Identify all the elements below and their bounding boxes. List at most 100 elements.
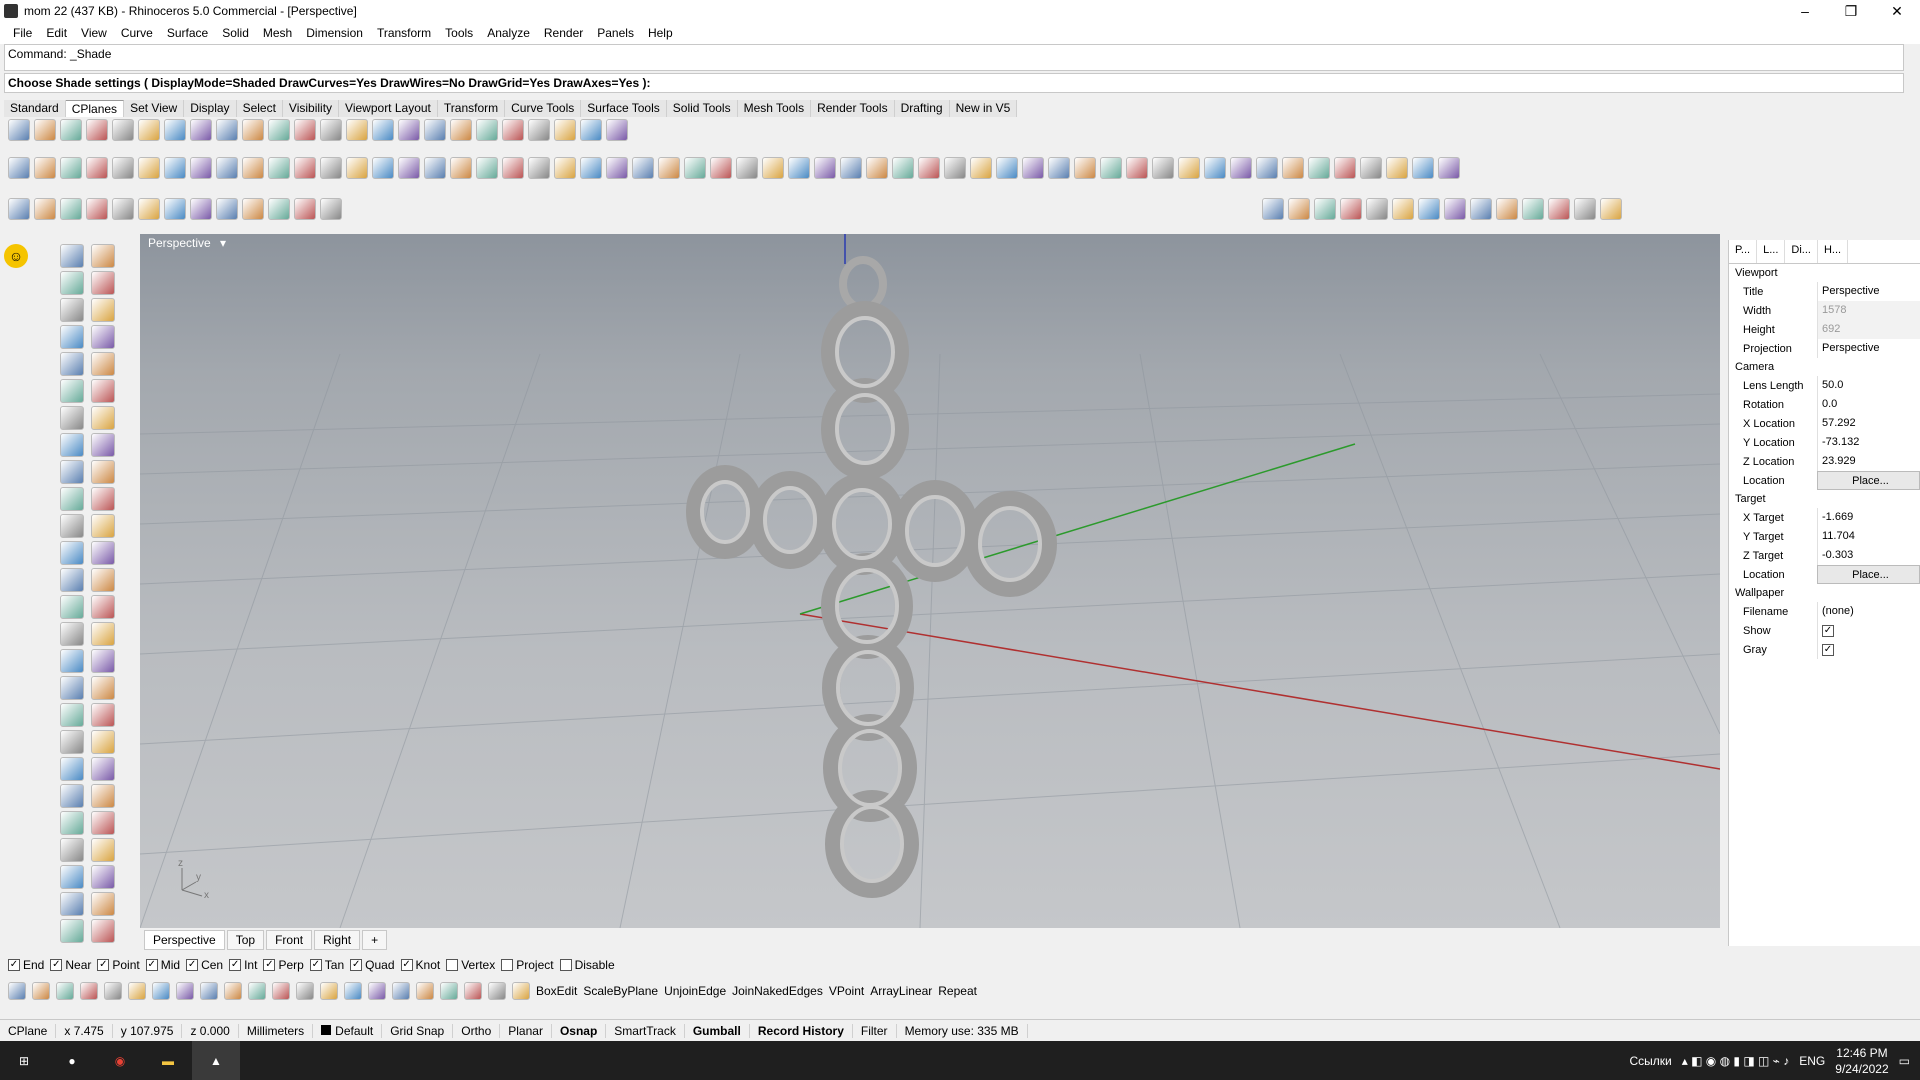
left-tool-6-icon[interactable] [91, 298, 115, 322]
standard-tool-36-icon[interactable] [918, 157, 940, 179]
osnap-tan[interactable]: ✓ Tan [309, 958, 344, 972]
menu-mesh[interactable]: Mesh [256, 26, 299, 40]
language-indicator[interactable]: ENG [1799, 1054, 1825, 1068]
cplanes-tool-22-icon[interactable] [554, 119, 576, 141]
cplanes-tool-13-icon[interactable] [320, 119, 342, 141]
bottom-tool-1-icon[interactable] [8, 982, 26, 1000]
left-tool-37-icon[interactable] [60, 730, 84, 754]
standard-tool-35-icon[interactable] [892, 157, 914, 179]
rhino-taskbar-icon[interactable]: ▲ [192, 1041, 240, 1080]
cplanes-tool-8-icon[interactable] [190, 119, 212, 141]
cplanes-tool-6-icon[interactable] [138, 119, 160, 141]
toolbar-tab-cplanes[interactable]: CPlanes [65, 100, 125, 117]
curve-tool-8-icon[interactable] [190, 198, 212, 220]
command-unjoinedge[interactable]: UnjoinEdge [664, 984, 726, 998]
osnap-checkbox[interactable]: ✓ [229, 959, 242, 971]
bottom-tool-5-icon[interactable] [104, 982, 122, 1000]
left-tool-29-icon[interactable] [60, 622, 84, 646]
standard-tool-22-icon[interactable] [554, 157, 576, 179]
osnap-end[interactable]: ✓ End [8, 958, 44, 972]
tray-icons[interactable]: ▴ ◧ ◉ ◍ ▮ ◨ ◫ ⌁ ♪ [1682, 1054, 1789, 1068]
cplanes-tool-2-icon[interactable] [34, 119, 56, 141]
toolbar-tab-new-in-v5[interactable]: New in V5 [950, 100, 1018, 117]
standard-tool-32-icon[interactable] [814, 157, 836, 179]
panel-row-value[interactable]: (none) [1817, 602, 1920, 621]
panel-row-value[interactable]: -73.132 [1817, 433, 1920, 452]
curve-tool-5-icon[interactable] [112, 198, 134, 220]
osnap-disable[interactable]: Disable [559, 958, 615, 972]
edit-tool-14-icon[interactable] [1600, 198, 1622, 220]
standard-tool-2-icon[interactable] [34, 157, 56, 179]
menu-surface[interactable]: Surface [160, 26, 215, 40]
curve-tool-2-icon[interactable] [34, 198, 56, 220]
perspective-viewport[interactable]: z y x [140, 234, 1720, 928]
viewport-tab-top[interactable]: Top [226, 930, 265, 950]
left-tool-44-icon[interactable] [91, 811, 115, 835]
standard-tool-41-icon[interactable] [1048, 157, 1070, 179]
standard-tool-7-icon[interactable] [164, 157, 186, 179]
toolbar-tab-transform[interactable]: Transform [438, 100, 506, 117]
standard-tool-15-icon[interactable] [372, 157, 394, 179]
left-tool-33-icon[interactable] [60, 676, 84, 700]
links-label[interactable]: Ссылки [1630, 1054, 1672, 1068]
bottom-tool-6-icon[interactable] [128, 982, 146, 1000]
status-toggle-grid-snap[interactable]: Grid Snap [382, 1023, 454, 1038]
panel-row-value[interactable]: 11.704 [1817, 527, 1920, 546]
cplanes-tool-11-icon[interactable] [268, 119, 290, 141]
edit-tool-3-icon[interactable] [1314, 198, 1336, 220]
edit-tool-12-icon[interactable] [1548, 198, 1570, 220]
toolbar-tab-solid-tools[interactable]: Solid Tools [667, 100, 738, 117]
curve-tool-7-icon[interactable] [164, 198, 186, 220]
left-tool-35-icon[interactable] [60, 703, 84, 727]
edit-tool-5-icon[interactable] [1366, 198, 1388, 220]
cplanes-tool-24-icon[interactable] [606, 119, 628, 141]
standard-tool-40-icon[interactable] [1022, 157, 1044, 179]
bottom-tool-7-icon[interactable] [152, 982, 170, 1000]
bottom-tool-2-icon[interactable] [32, 982, 50, 1000]
bottom-tool-8-icon[interactable] [176, 982, 194, 1000]
status-toggle-ortho[interactable]: Ortho [453, 1023, 501, 1038]
standard-tool-43-icon[interactable] [1100, 157, 1122, 179]
left-tool-7-icon[interactable] [60, 325, 84, 349]
left-tool-39-icon[interactable] [60, 757, 84, 781]
toolbar-tab-standard[interactable]: Standard [4, 100, 66, 117]
standard-tool-26-icon[interactable] [658, 157, 680, 179]
edit-tool-9-icon[interactable] [1470, 198, 1492, 220]
standard-tool-49-icon[interactable] [1256, 157, 1278, 179]
edit-tool-2-icon[interactable] [1288, 198, 1310, 220]
panel-row-value[interactable]: -1.669 [1817, 508, 1920, 527]
cplanes-tool-17-icon[interactable] [424, 119, 446, 141]
toolbar-tab-set-view[interactable]: Set View [124, 100, 185, 117]
edit-tool-4-icon[interactable] [1340, 198, 1362, 220]
menu-transform[interactable]: Transform [370, 26, 438, 40]
edit-tool-6-icon[interactable] [1392, 198, 1414, 220]
status-toggle-record-history[interactable]: Record History [750, 1023, 853, 1038]
left-tool-16-icon[interactable] [91, 433, 115, 457]
status-toggle-planar[interactable]: Planar [500, 1023, 552, 1038]
standard-tool-45-icon[interactable] [1152, 157, 1174, 179]
menu-solid[interactable]: Solid [215, 26, 256, 40]
osnap-int[interactable]: ✓ Int [229, 958, 257, 972]
standard-tool-46-icon[interactable] [1178, 157, 1200, 179]
standard-tool-29-icon[interactable] [736, 157, 758, 179]
left-tool-43-icon[interactable] [60, 811, 84, 835]
left-tool-19-icon[interactable] [60, 487, 84, 511]
standard-tool-16-icon[interactable] [398, 157, 420, 179]
left-tool-50-icon[interactable] [91, 892, 115, 916]
left-tool-22-icon[interactable] [91, 514, 115, 538]
menu-panels[interactable]: Panels [590, 26, 641, 40]
cplanes-tool-1-icon[interactable] [8, 119, 30, 141]
left-tool-32-icon[interactable] [91, 649, 115, 673]
command-arraylinear[interactable]: ArrayLinear [870, 984, 932, 998]
osnap-checkbox[interactable]: ✓ [186, 959, 199, 971]
edit-tool-10-icon[interactable] [1496, 198, 1518, 220]
cplanes-tool-14-icon[interactable] [346, 119, 368, 141]
menu-render[interactable]: Render [537, 26, 590, 40]
bottom-tool-17-icon[interactable] [392, 982, 410, 1000]
close-button[interactable]: ✕ [1874, 0, 1920, 22]
left-tool-31-icon[interactable] [60, 649, 84, 673]
osnap-checkbox[interactable]: ✓ [50, 959, 63, 971]
menu-view[interactable]: View [74, 26, 114, 40]
left-tool-52-icon[interactable] [91, 919, 115, 943]
standard-tool-21-icon[interactable] [528, 157, 550, 179]
